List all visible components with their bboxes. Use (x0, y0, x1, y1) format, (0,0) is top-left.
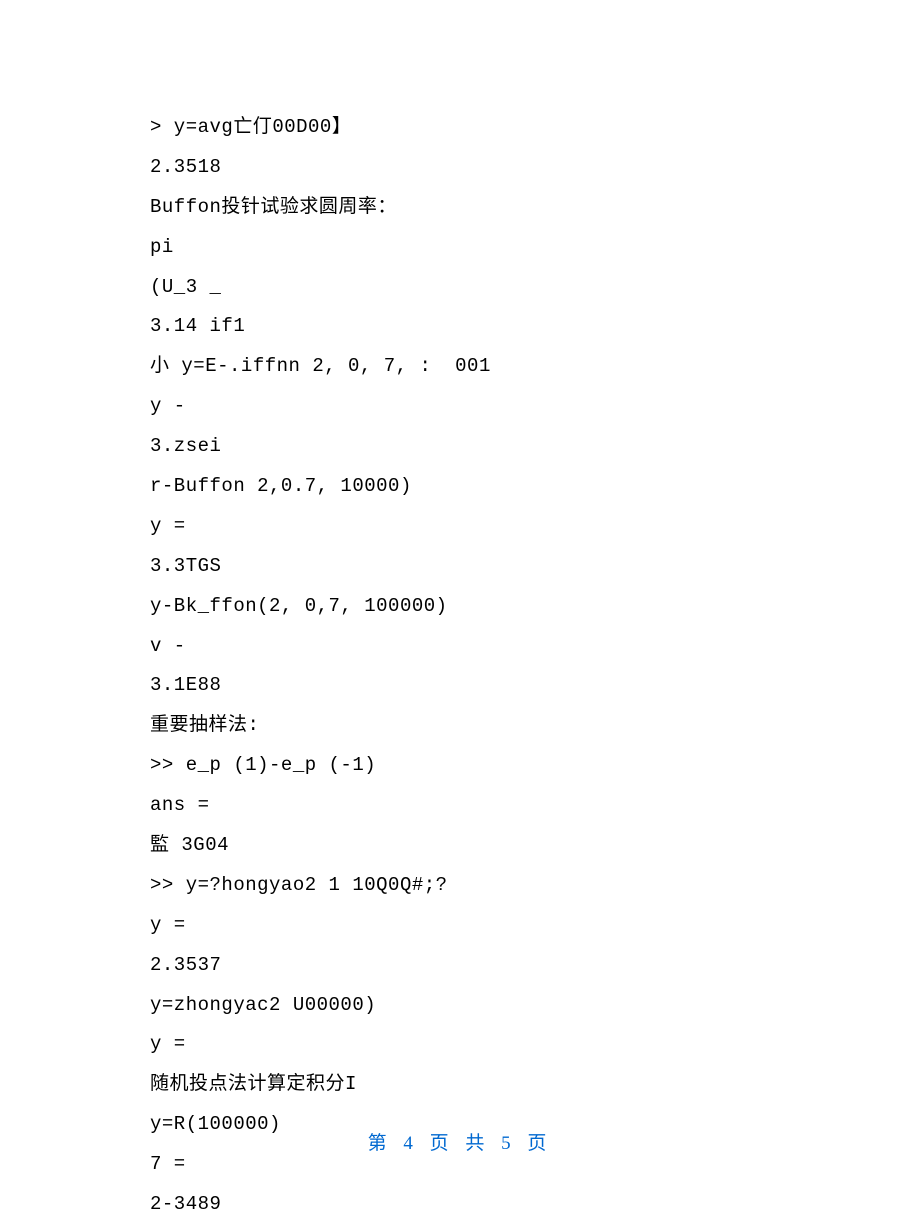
page: > y=avg亡仃00D00】 2.3518 Buffon投针试验求圆周率： p… (0, 0, 920, 1191)
code-line: Buffon投针试验求圆周率： (150, 188, 770, 228)
code-line: 小 y=E-.iffnn 2, 0, 7, : 001 (150, 347, 770, 387)
code-line: pi (150, 228, 770, 268)
code-line: y=zhongyac2 U00000) (150, 986, 770, 1026)
code-line: > y=avg亡仃00D00】 (150, 108, 770, 148)
code-line: y - (150, 387, 770, 427)
code-line: 監 3G04 (150, 826, 770, 866)
code-line: v - (150, 627, 770, 667)
code-line: 3.14 if1 (150, 307, 770, 347)
code-line: (U_3 _ (150, 268, 770, 308)
document-content: > y=avg亡仃00D00】 2.3518 Buffon投针试验求圆周率： p… (150, 108, 770, 1225)
code-line: >> y=?hongyao2 1 10Q0Q#;? (150, 866, 770, 906)
code-line: 2.3518 (150, 148, 770, 188)
code-line: r-Buffon 2,0.7, 10000) (150, 467, 770, 507)
code-line: ans = (150, 786, 770, 826)
code-line: 随机投点法计算定积分I (150, 1065, 770, 1105)
code-line: 2-3489 (150, 1185, 770, 1225)
code-line: 3.1E88 (150, 666, 770, 706)
code-line: y = (150, 1025, 770, 1065)
code-line: 重要抽样法: (150, 706, 770, 746)
code-line: >> e_p (1)-e_p (-1) (150, 746, 770, 786)
code-line: y-Bk_ffon(2, 0,7, 100000) (150, 587, 770, 627)
code-line: y = (150, 507, 770, 547)
code-line: 2.3537 (150, 946, 770, 986)
code-line: 3.3TGS (150, 547, 770, 587)
code-line: y = (150, 906, 770, 946)
page-footer: 第 4 页 共 5 页 (0, 1128, 920, 1155)
code-line: 3.zsei (150, 427, 770, 467)
